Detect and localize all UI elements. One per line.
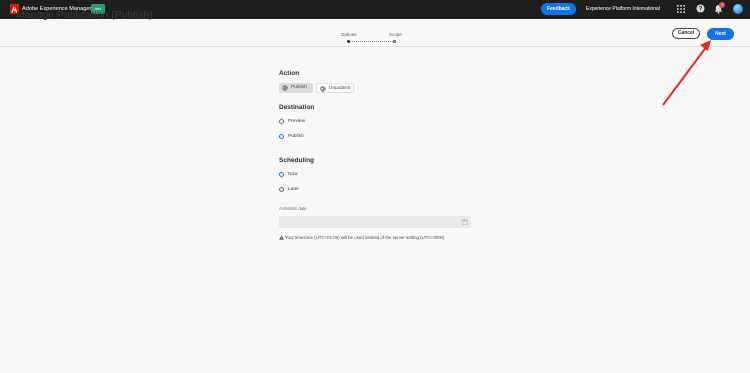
publish-action-label: Publish	[291, 85, 307, 90]
scheduling-later-label: Later	[288, 187, 299, 192]
scheduling-now-label: Now	[288, 172, 298, 177]
timezone-note: Your timezone (UTC+01:00) will be used i…	[285, 235, 445, 240]
publish-action-button[interactable]: Publish	[279, 83, 313, 93]
activation-date-field	[279, 216, 471, 228]
activation-date-label: Activation date	[279, 206, 307, 211]
notification-count-badge: 1	[719, 2, 725, 8]
globe-icon	[282, 85, 288, 91]
annotation-arrow-icon	[662, 40, 711, 106]
destination-preview-label: Preview	[288, 119, 306, 124]
scheduling-now-radio[interactable]	[279, 172, 284, 177]
step-scope-marker	[393, 40, 396, 43]
destination-heading: Destination	[279, 104, 315, 111]
page-header	[0, 19, 750, 47]
org-switcher[interactable]: Experience Platform International	[586, 4, 660, 14]
cancel-button[interactable]: Cancel	[672, 28, 700, 39]
action-heading: Action	[279, 70, 300, 77]
warning-icon	[279, 235, 284, 240]
next-button[interactable]: Next	[707, 28, 734, 40]
destination-publish-label: Publish	[288, 134, 304, 139]
apps-grid-icon[interactable]	[677, 5, 685, 13]
destination-preview-radio[interactable]	[279, 119, 284, 124]
scheduling-later-radio[interactable]	[279, 187, 284, 192]
step-connector	[350, 41, 395, 42]
svg-text:?: ?	[699, 6, 703, 13]
destination-publish-radio[interactable]	[279, 134, 284, 139]
step-scope-label: Scope	[389, 32, 402, 37]
unpublish-action-button[interactable]: Unpublish	[316, 83, 354, 93]
calendar-icon	[462, 219, 468, 225]
help-icon[interactable]: ?	[696, 4, 705, 13]
step-options-label: Options	[341, 32, 357, 37]
page-title: Manage Publication (Publish)	[16, 9, 153, 21]
scheduling-heading: Scheduling	[279, 157, 315, 164]
user-avatar[interactable]	[733, 4, 743, 14]
feedback-button[interactable]: Feedback	[541, 3, 576, 15]
unpublish-action-label: Unpublish	[329, 86, 351, 91]
globe-icon	[320, 86, 326, 92]
